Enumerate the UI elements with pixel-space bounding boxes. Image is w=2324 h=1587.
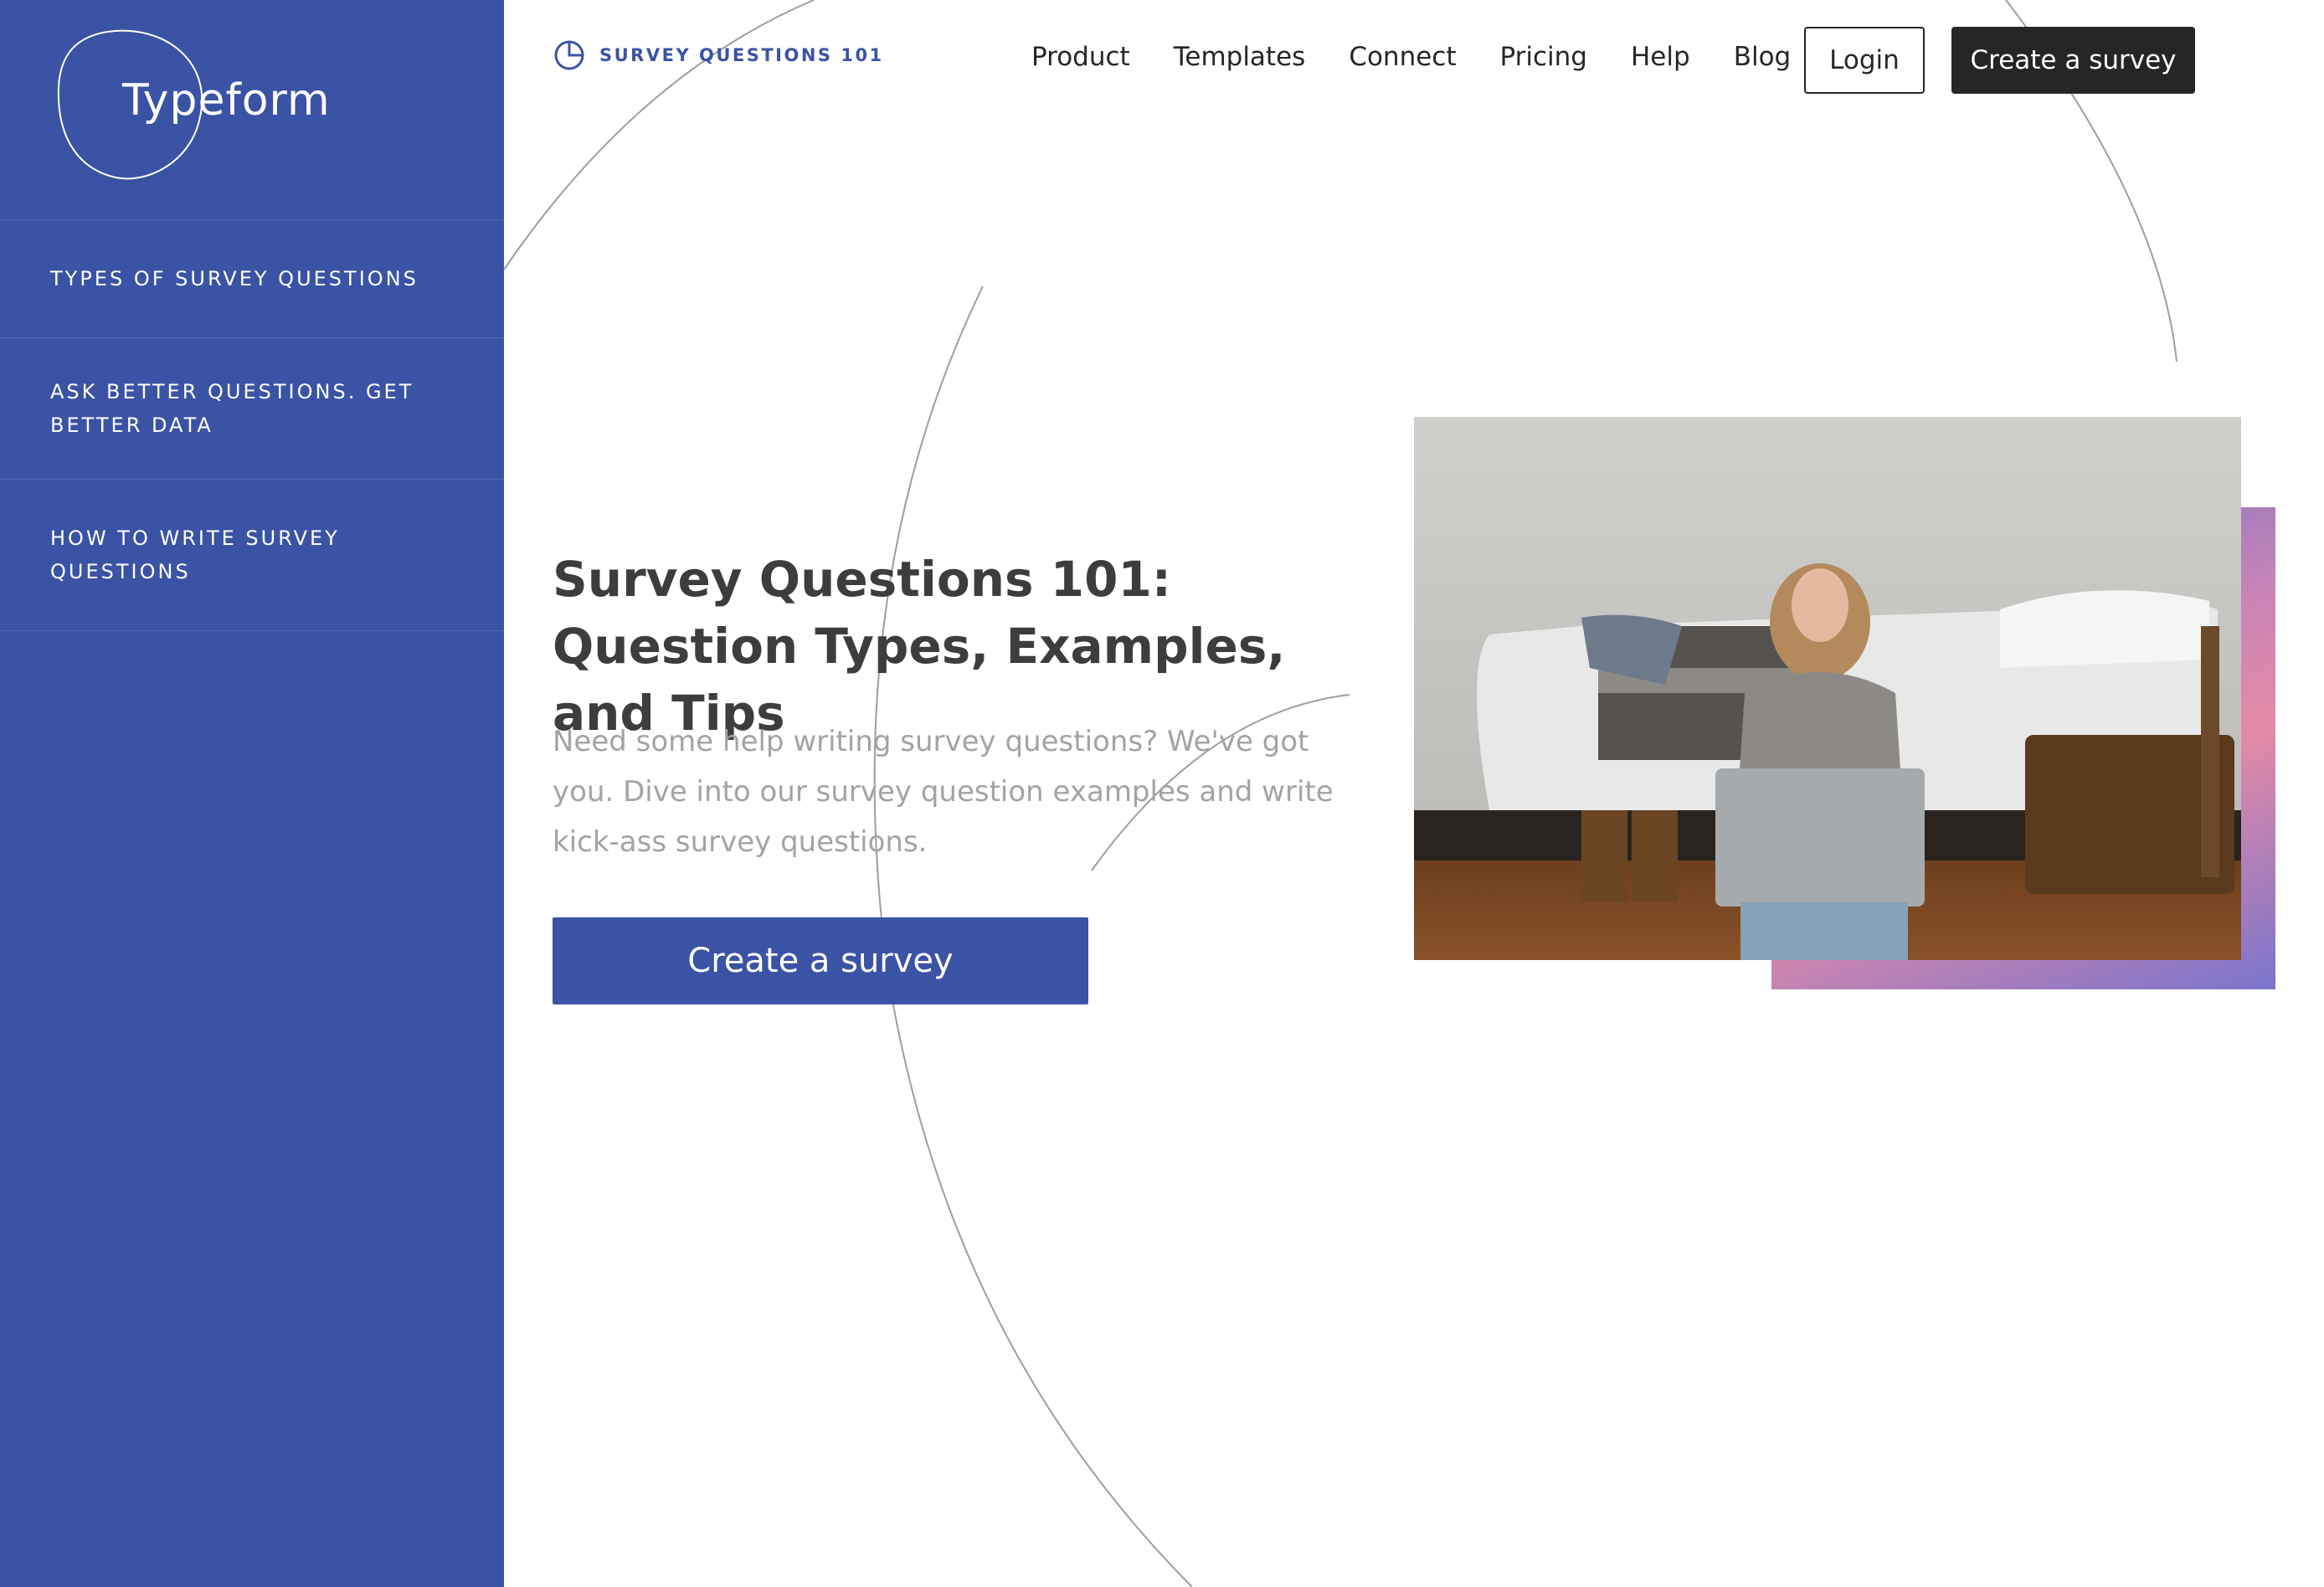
- sidebar-item-types-of-survey-questions[interactable]: TYPES OF SURVEY QUESTIONS: [0, 220, 504, 338]
- brand-link[interactable]: SURVEY QUESTIONS 101: [553, 39, 884, 72]
- pie-chart-icon: [554, 40, 584, 70]
- nav-blog[interactable]: Blog: [1734, 42, 1792, 72]
- typeform-logo[interactable]: Typeform: [55, 28, 330, 182]
- hero-description: Need some help writing survey questions?…: [553, 725, 1334, 859]
- sidebar-item-ask-better-questions[interactable]: ASK BETTER QUESTIONS. GET BETTER DATA: [0, 338, 504, 480]
- hero-photo: [1414, 417, 2241, 960]
- create-survey-header-button[interactable]: Create a survey: [1951, 27, 2195, 94]
- create-survey-button[interactable]: Create a survey: [553, 917, 1088, 1004]
- nav-templates[interactable]: Templates: [1174, 42, 1306, 72]
- nav-connect[interactable]: Connect: [1349, 42, 1456, 72]
- sidebar-item-how-to-write-survey-questions[interactable]: HOW TO WRITE SURVEY QUESTIONS: [0, 480, 504, 631]
- brand-label: SURVEY QUESTIONS 101: [599, 45, 884, 65]
- login-button[interactable]: Login: [1804, 27, 1925, 94]
- logo-text: Typeform: [122, 75, 331, 126]
- sidebar: Typeform TYPES OF SURVEY QUESTIONS ASK B…: [0, 0, 504, 1587]
- sidebar-nav: TYPES OF SURVEY QUESTIONS ASK BETTER QUE…: [0, 219, 504, 631]
- nav-help[interactable]: Help: [1631, 42, 1690, 72]
- top-nav: Product Templates Connect Pricing Help B…: [1031, 42, 1791, 72]
- nav-product[interactable]: Product: [1031, 42, 1130, 72]
- nav-pricing[interactable]: Pricing: [1500, 42, 1588, 72]
